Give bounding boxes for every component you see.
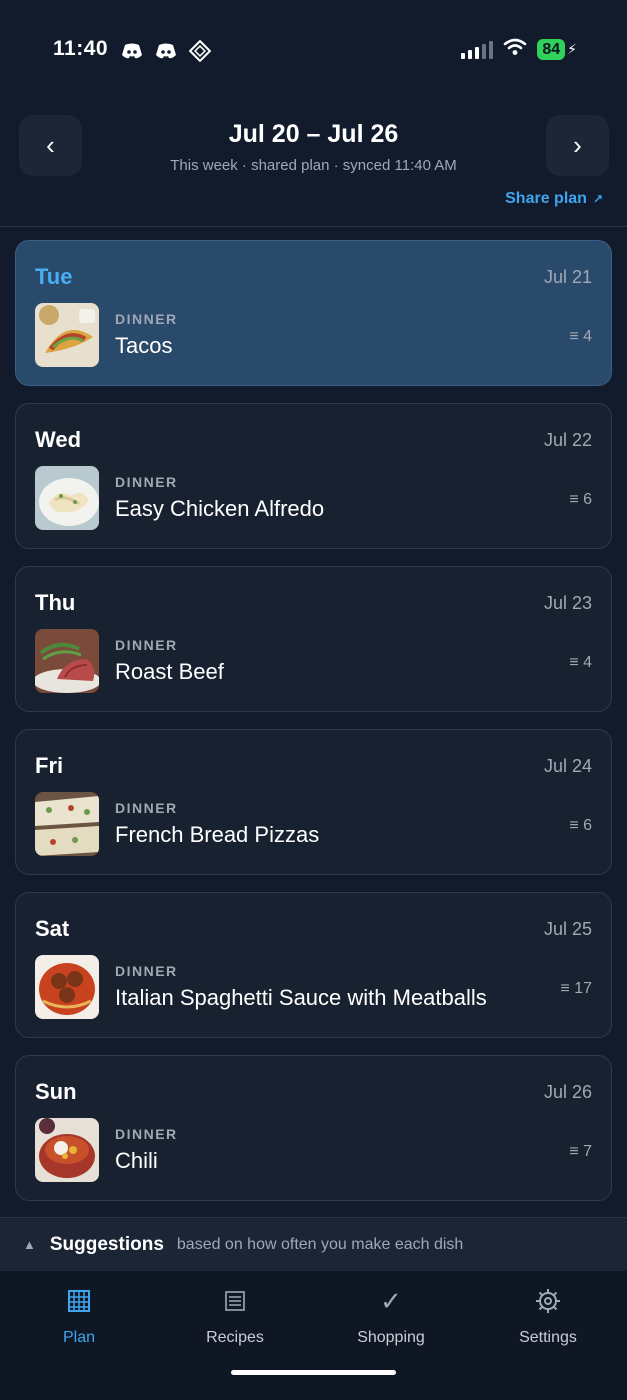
day-date: Jul 23 <box>543 593 592 613</box>
recipe-title: Italian Spaghetti Sauce with Meatballs <box>115 985 487 1010</box>
list-icon <box>165 1286 305 1316</box>
chevron-right-icon: › <box>573 130 582 160</box>
calendar-grid-icon <box>9 1286 149 1316</box>
servings-count: ≡ 7 <box>569 1143 592 1160</box>
day-card-wed[interactable]: Wed Jul 22 DINNER Easy Chicken Alfredo ≡… <box>15 403 612 549</box>
recipe-thumbnail <box>35 1118 99 1182</box>
recipe-thumbnail <box>35 466 99 530</box>
day-card-sat[interactable]: Sat Jul 25 DINNER Italian Spaghetti Sauc… <box>15 892 612 1038</box>
day-date: Jul 21 <box>543 267 592 287</box>
servings-count: ≡ 4 <box>569 328 592 345</box>
tab-settings[interactable]: Settings <box>478 1286 618 1347</box>
share-plan-link[interactable]: Share plan ↗ <box>505 190 603 208</box>
day-name: Tue <box>35 264 73 289</box>
recipe-title: Chili <box>115 1148 158 1173</box>
week-header: ‹ Jul 20 – Jul 26 This week · shared pla… <box>0 100 627 227</box>
recipe-thumbnail <box>35 629 99 693</box>
suggestions-toggle[interactable]: ▲ Suggestions based on how often you mak… <box>0 1217 627 1271</box>
meal-plan-screen: 11:40 84 ⚡ ‹ Jul 20 – Jul 26 This week ·… <box>0 0 627 1400</box>
meal-type: DINNER <box>115 800 178 816</box>
day-name: Thu <box>35 590 76 615</box>
app-diamond-icon <box>188 40 212 62</box>
charging-bolt-icon: ⚡ <box>567 41 577 57</box>
wifi-icon <box>503 38 527 61</box>
meal-type: DINNER <box>115 963 178 979</box>
suggestions-description: based on how often you make each dish <box>176 1235 464 1253</box>
gear-icon <box>478 1286 618 1316</box>
meal-type: DINNER <box>115 637 178 653</box>
recipe-title: Roast Beef <box>115 659 224 684</box>
signal-icon <box>461 40 494 59</box>
day-list: Tue Jul 21 DINNER Tacos ≡ 4 Wed Jul 22 D… <box>15 240 612 1218</box>
external-arrow-icon: ↗ <box>592 192 603 206</box>
tab-recipes[interactable]: Recipes <box>165 1286 305 1347</box>
checkmark-icon: ✓ <box>380 1285 402 1316</box>
battery-icon: 84 ⚡ <box>537 39 577 60</box>
meal-type: DINNER <box>115 1126 178 1142</box>
battery-level: 84 <box>537 39 566 60</box>
day-date: Jul 25 <box>543 919 592 939</box>
recipe-title: French Bread Pizzas <box>115 822 320 847</box>
status-bar: 11:40 84 ⚡ <box>0 0 627 100</box>
day-date: Jul 22 <box>543 430 592 450</box>
recipe-title: Tacos <box>115 333 173 358</box>
tab-shopping[interactable]: ✓ Shopping <box>321 1286 461 1347</box>
status-app-icons <box>120 40 212 62</box>
meal-type: DINNER <box>115 474 178 490</box>
caret-up-icon: ▲ <box>23 1237 36 1252</box>
day-card-thu[interactable]: Thu Jul 23 DINNER Roast Beef ≡ 4 <box>15 566 612 712</box>
week-subtitle: This week · shared plan · synced 11:40 A… <box>170 157 457 174</box>
tab-label: Plan <box>62 1329 96 1346</box>
tab-label: Settings <box>519 1329 577 1346</box>
day-name: Fri <box>35 753 64 778</box>
day-name: Sat <box>35 916 70 941</box>
home-indicator[interactable] <box>231 1370 396 1375</box>
meal-type: DINNER <box>115 311 178 327</box>
tab-bar: Plan Recipes ✓ Shopping Settings <box>0 1271 627 1400</box>
discord-icon <box>120 40 144 62</box>
tab-label: Shopping <box>357 1329 425 1346</box>
servings-count: ≡ 4 <box>569 654 592 671</box>
day-name: Wed <box>35 427 82 452</box>
recipe-thumbnail <box>35 792 99 856</box>
tab-label: Recipes <box>206 1329 264 1346</box>
share-plan-label: Share plan <box>505 190 587 207</box>
day-date: Jul 26 <box>543 1082 592 1102</box>
status-time: 11:40 <box>53 37 109 60</box>
servings-count: ≡ 6 <box>569 491 592 508</box>
week-title: Jul 20 – Jul 26 <box>228 120 399 148</box>
day-card-sun[interactable]: Sun Jul 26 DINNER Chili ≡ 7 <box>15 1055 612 1201</box>
suggestions-title: Suggestions <box>49 1233 164 1255</box>
day-name: Sun <box>35 1079 77 1104</box>
day-card-tue[interactable]: Tue Jul 21 DINNER Tacos ≡ 4 <box>15 240 612 386</box>
servings-count: ≡ 6 <box>569 817 592 834</box>
recipe-title: Easy Chicken Alfredo <box>115 496 325 521</box>
tab-plan[interactable]: Plan <box>9 1286 149 1347</box>
status-indicators: 84 ⚡ <box>461 38 577 61</box>
servings-count: ≡ 17 <box>560 980 592 997</box>
recipe-thumbnail <box>35 955 99 1019</box>
next-week-button[interactable]: › <box>546 115 609 176</box>
day-card-fri[interactable]: Fri Jul 24 DINNER French Bread Pizzas ≡ … <box>15 729 612 875</box>
day-date: Jul 24 <box>543 756 592 776</box>
discord-icon <box>154 40 178 62</box>
recipe-thumbnail <box>35 303 99 367</box>
